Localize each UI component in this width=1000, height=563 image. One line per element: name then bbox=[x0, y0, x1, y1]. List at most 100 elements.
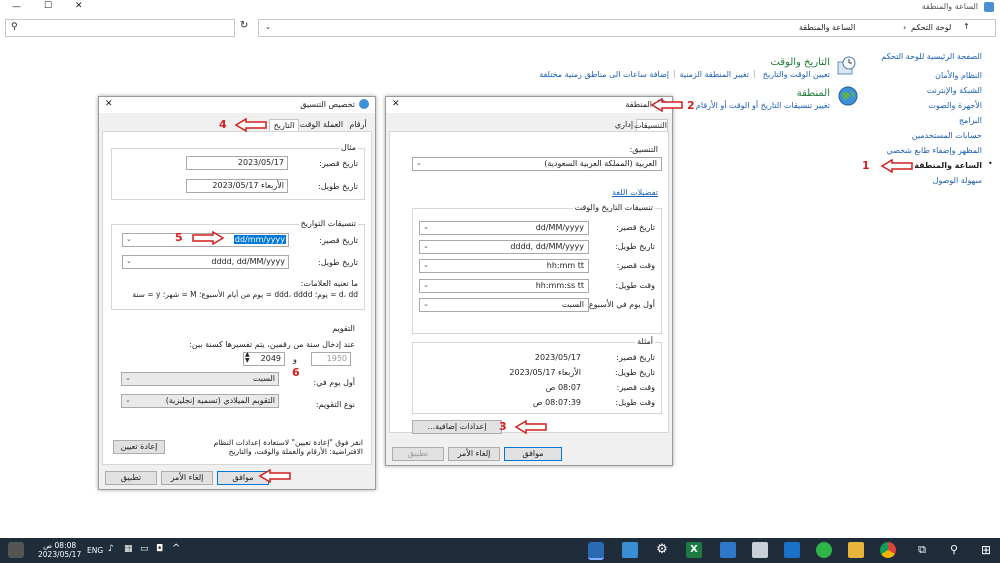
language-preferences-link[interactable]: تفضيلات اللغة bbox=[612, 188, 658, 197]
long-format-value: dddd, dd/MM/yyyy bbox=[211, 257, 285, 266]
calculator-icon[interactable] bbox=[752, 542, 768, 558]
annotation-arrow-6 bbox=[258, 469, 291, 483]
calendar-type-value: التقويم الميلادي (تسميه إنجليزية) bbox=[165, 396, 275, 405]
short-format-value[interactable]: dd/mm/yyyy bbox=[233, 235, 286, 244]
sidebar-item-clock-region[interactable]: الساعة والمنطقة bbox=[852, 161, 982, 176]
breadcrumb-root[interactable]: لوحة التحكم bbox=[911, 23, 951, 32]
year-from-value: 1950 bbox=[326, 354, 347, 363]
example-short-value: 2023/05/17 bbox=[237, 158, 284, 167]
sidebar-item-accessibility[interactable]: سهولة الوصول bbox=[852, 176, 982, 191]
settings-gear-icon[interactable]: ⚙ bbox=[654, 542, 670, 558]
tab-numbers[interactable]: أرقام bbox=[345, 119, 371, 131]
minimize-icon[interactable]: — bbox=[12, 2, 21, 12]
year-from-field: 1950 bbox=[311, 352, 351, 366]
excel-icon[interactable]: X bbox=[686, 542, 702, 558]
breadcrumb-current[interactable]: الساعة والمنطقة bbox=[799, 23, 855, 32]
sidebar: الصفحة الرئيسية للوحة التحكم النظام والأ… bbox=[852, 52, 982, 191]
apply-button[interactable]: تطبيق bbox=[105, 471, 157, 485]
sidebar-item-appearance[interactable]: المظهر وإضفاء طابع شخصي bbox=[852, 146, 982, 161]
video-app-icon[interactable] bbox=[720, 542, 736, 558]
sidebar-item-accounts[interactable]: حسابات المستخدمين bbox=[852, 131, 982, 146]
close-icon[interactable]: ✕ bbox=[392, 99, 400, 109]
globe-icon bbox=[359, 99, 369, 109]
taskbar-clock[interactable]: 08:08 ص 2023/05/17 bbox=[38, 541, 81, 559]
reset-button[interactable]: إعادة تعيين bbox=[113, 440, 165, 454]
address-box[interactable]: ⌄ الساعة والمنطقة › لوحة التحكم ↑ bbox=[258, 19, 996, 37]
cancel-button[interactable]: إلغاء الأمر bbox=[448, 447, 500, 461]
example-short-field: 2023/05/17 bbox=[186, 156, 288, 170]
short-time-select[interactable]: ⌄ hh:mm tt bbox=[419, 259, 589, 273]
spin-arrows-icon[interactable]: ▲ ▼ bbox=[245, 352, 250, 364]
file-explorer-icon[interactable] bbox=[848, 542, 864, 558]
datetime-link-settime[interactable]: تعيين الوقت والتاريخ bbox=[763, 70, 830, 79]
additional-settings-button[interactable]: إعدادات إضافية... bbox=[412, 420, 502, 434]
up-arrow-icon[interactable]: ↑ bbox=[963, 22, 970, 31]
network-icon[interactable]: ▦ bbox=[124, 544, 133, 554]
short-date-select[interactable]: ⌄ dd/MM/yyyy bbox=[419, 221, 589, 235]
long-time-value: hh:mm:ss tt bbox=[535, 281, 584, 290]
cancel-button[interactable]: إلغاء الأمر bbox=[161, 471, 213, 485]
long-time-select[interactable]: ⌄ hh:mm:ss tt bbox=[419, 279, 589, 293]
tab-administrative[interactable]: إداري bbox=[612, 119, 636, 131]
volume-icon[interactable]: ♪ bbox=[108, 544, 114, 554]
chevron-down-icon: ⌄ bbox=[423, 223, 429, 231]
region-dialog-title: المنطقة bbox=[625, 100, 652, 109]
datetime-heading[interactable]: التاريخ والوقت bbox=[770, 57, 830, 68]
window-titlebar: — ☐ ✕ الساعة والمنطقة bbox=[0, 0, 1000, 14]
long-date-select[interactable]: ⌄ dddd, dd/MM/yyyy bbox=[419, 240, 589, 254]
example-label: وقت طويل: bbox=[615, 398, 655, 407]
tab-time[interactable]: الوقت bbox=[299, 119, 321, 131]
annotation-arrow-3 bbox=[514, 420, 547, 434]
sidebar-item-security[interactable]: النظام والأمان bbox=[852, 71, 982, 86]
chevron-up-icon[interactable]: ^ bbox=[172, 543, 180, 554]
control-panel-icon[interactable] bbox=[588, 542, 604, 560]
datetime-link-timezone[interactable]: تغيير المنطقة الزمنية bbox=[680, 70, 750, 79]
whatsapp-icon[interactable] bbox=[816, 542, 832, 558]
maximize-icon[interactable]: ☐ bbox=[44, 1, 52, 11]
outlook-icon[interactable] bbox=[784, 542, 800, 558]
taskbar: 08:08 ص 2023/05/17 ENG ♪ ▦ ▭ ◘ ^ ⚙ X ⧉ ⚲… bbox=[0, 538, 1000, 563]
ok-button[interactable]: موافق bbox=[504, 447, 562, 461]
chrome-icon[interactable] bbox=[880, 542, 896, 558]
windows-start-icon[interactable]: ⊞ bbox=[978, 542, 994, 558]
sidebar-item-network[interactable]: الشبكة والإنترنت bbox=[852, 86, 982, 101]
calendar-type-combo[interactable]: ⌄ التقويم الميلادي (تسميه إنجليزية) bbox=[121, 394, 279, 408]
region-link-formats[interactable]: تغيير تنسيقات التاريخ أو الوقت أو الأرقا… bbox=[696, 101, 830, 110]
first-day-select[interactable]: ⌄ السبت bbox=[419, 298, 589, 312]
sidebar-home-link[interactable]: الصفحة الرئيسية للوحة التحكم bbox=[852, 52, 982, 71]
apply-button[interactable]: تطبيق bbox=[392, 447, 444, 461]
language-indicator[interactable]: ENG bbox=[87, 546, 103, 555]
region-heading[interactable]: المنطقة bbox=[797, 88, 830, 99]
notification-icon[interactable] bbox=[8, 542, 24, 558]
meet-icon[interactable]: ◘ bbox=[156, 544, 163, 554]
close-icon[interactable]: ✕ bbox=[75, 1, 83, 11]
refresh-icon[interactable]: ↻ bbox=[240, 20, 248, 31]
chevron-down-icon: ⌄ bbox=[423, 261, 429, 269]
search-icon[interactable]: ⚲ bbox=[946, 542, 962, 558]
battery-icon[interactable]: ▭ bbox=[140, 544, 149, 554]
task-view-icon[interactable]: ⧉ bbox=[914, 542, 930, 558]
format-select[interactable]: ⌄ العربية (المملكة العربية السعودية) bbox=[412, 157, 662, 171]
datetime-link-clocks[interactable]: إضافة ساعات الى مناطق زمنية مختلفة bbox=[539, 70, 669, 79]
notation-title: ما تعنيه العلامات: bbox=[300, 279, 358, 288]
row-label-long-time: وقت طويل: bbox=[615, 281, 655, 290]
close-icon[interactable]: ✕ bbox=[105, 99, 113, 109]
long-format-combo[interactable]: ⌄ dddd, dd/MM/yyyy bbox=[122, 255, 289, 269]
first-day-combo[interactable]: ⌄ السبت bbox=[121, 372, 279, 386]
year-to-spinner[interactable]: ▲ ▼ 2049 bbox=[243, 352, 285, 366]
annotation-number-1: 1 bbox=[862, 159, 870, 172]
chevron-down-icon: ⌄ bbox=[423, 242, 429, 250]
chevron-down-icon[interactable]: ⌄ bbox=[265, 23, 271, 31]
annotation-arrow-4 bbox=[234, 118, 267, 132]
sidebar-item-programs[interactable]: البرامج bbox=[852, 116, 982, 131]
datetime-formats-group: تنسيقات التاريخ والوقت تاريخ قصير: ⌄ dd/… bbox=[412, 203, 662, 334]
presentation-app-icon[interactable] bbox=[622, 542, 638, 558]
region-dialog: ✕ المنطقة التنسيقات إداري التنسيق: ⌄ الع… bbox=[385, 96, 673, 466]
control-panel-icon bbox=[984, 2, 994, 12]
search-box[interactable]: ⚲ bbox=[5, 19, 235, 37]
sidebar-item-hardware[interactable]: الأجهزة والصوت bbox=[852, 101, 982, 116]
date-panel: مثال تاريخ قصير: 2023/05/17 تاريخ طويل: … bbox=[102, 131, 372, 465]
tab-currency[interactable]: العملة bbox=[321, 119, 345, 131]
formats-title: تنسيقات التواريخ bbox=[298, 219, 358, 228]
reset-instruction-text: انقر فوق "إعادة تعيين" لاستعادة إعدادات … bbox=[213, 438, 363, 456]
